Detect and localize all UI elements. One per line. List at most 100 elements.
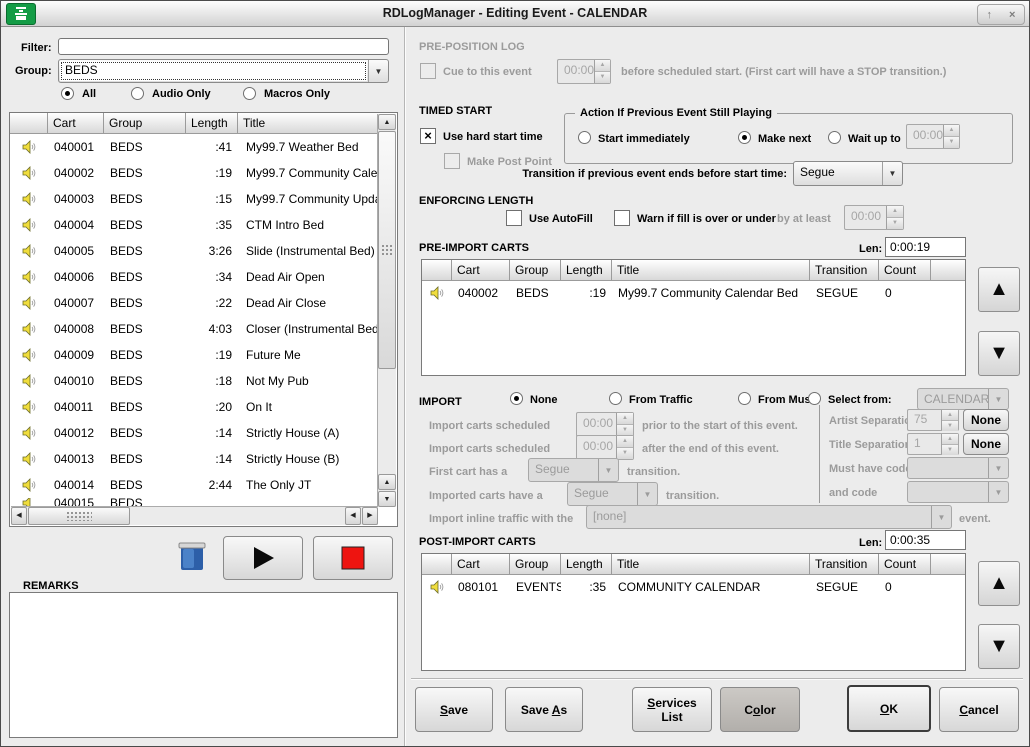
cue-time-spinner[interactable]: 00:00 ▲▼ — [557, 59, 611, 84]
column-count[interactable]: Count — [879, 554, 931, 575]
import-after-spinner[interactable]: 00:00 ▲▼ — [576, 435, 634, 460]
spin-up-icon[interactable]: ▲ — [887, 206, 903, 218]
must-have-code-combobox[interactable]: ▼ — [907, 457, 1009, 479]
radio-wait-up-to[interactable] — [828, 131, 841, 144]
services-list-button[interactable]: Services List — [632, 687, 712, 732]
cart-list-row[interactable]: 040006 BEDS :34 Dead Air Open — [10, 264, 379, 290]
shade-icon[interactable]: ↑ — [987, 9, 993, 21]
column-icon[interactable] — [422, 554, 452, 575]
spin-up-icon[interactable]: ▲ — [944, 125, 959, 137]
chevron-down-icon[interactable]: ▼ — [988, 458, 1008, 478]
pre-import-move-down-button[interactable]: ▼ — [978, 331, 1020, 376]
column-group[interactable]: Group — [510, 260, 561, 281]
scroll-right-icon[interactable]: ▶ — [362, 507, 378, 525]
artist-separation-none-button[interactable]: None — [963, 409, 1009, 431]
spin-up-icon[interactable]: ▲ — [595, 60, 610, 72]
play-button[interactable] — [223, 536, 303, 580]
column-transition[interactable]: Transition — [810, 260, 879, 281]
color-button[interactable]: Color — [720, 687, 800, 732]
cancel-button[interactable]: Cancel — [939, 687, 1019, 732]
spin-down-icon[interactable]: ▼ — [617, 448, 633, 459]
trash-icon[interactable] — [176, 538, 208, 579]
spin-down-icon[interactable]: ▼ — [944, 137, 959, 148]
post-import-move-down-button[interactable]: ▼ — [978, 624, 1020, 669]
post-import-move-up-button[interactable]: ▲ — [978, 561, 1020, 606]
stop-button[interactable] — [313, 536, 393, 580]
radio-macros-only[interactable] — [243, 87, 256, 100]
make-post-point-checkbox[interactable]: × — [444, 153, 460, 169]
imported-carts-transition-combobox[interactable]: Segue ▼ — [567, 482, 658, 506]
column-cart[interactable]: Cart — [452, 260, 510, 281]
scroll-up-icon[interactable]: ▲ — [378, 474, 396, 490]
save-as-button[interactable]: Save As — [505, 687, 583, 732]
column-group[interactable]: Group — [104, 113, 186, 134]
scroll-left-icon[interactable]: ◀ — [345, 507, 361, 525]
transition-combobox[interactable]: Segue ▼ — [793, 161, 903, 186]
chevron-down-icon[interactable]: ▼ — [882, 162, 902, 185]
column-group[interactable]: Group — [510, 554, 561, 575]
cart-list-row[interactable]: 040009 BEDS :19 Future Me — [10, 342, 379, 368]
cart-list-hscrollbar[interactable]: ◀ ◀ ▶ — [11, 506, 378, 525]
column-cart[interactable]: Cart — [452, 554, 510, 575]
save-button[interactable]: Save — [415, 687, 493, 732]
column-icon[interactable] — [422, 260, 452, 281]
column-transition[interactable]: Transition — [810, 554, 879, 575]
cart-list-row[interactable]: 040002 BEDS :19 My99.7 Community Calenda… — [10, 160, 379, 186]
radio-start-immediately[interactable] — [578, 131, 591, 144]
first-cart-transition-combobox[interactable]: Segue ▼ — [528, 458, 619, 482]
title-separation-spinner[interactable]: 1 ▲▼ — [907, 433, 959, 455]
import-prior-spinner[interactable]: 00:00 ▲▼ — [576, 412, 634, 437]
scroll-down-icon[interactable]: ▼ — [378, 491, 396, 507]
column-length[interactable]: Length — [561, 260, 612, 281]
cart-list-row[interactable]: 040010 BEDS :18 Not My Pub — [10, 368, 379, 394]
by-at-least-spinner[interactable]: 00:00 ▲▼ — [844, 205, 904, 230]
cart-list-vscrollbar[interactable]: ▲ ▲ ▼ — [377, 114, 396, 507]
column-cart[interactable]: Cart — [48, 113, 104, 134]
column-length[interactable]: Length — [186, 113, 238, 134]
filter-input[interactable] — [58, 38, 389, 55]
remarks-input[interactable] — [9, 592, 398, 738]
chevron-down-icon[interactable]: ▼ — [368, 60, 388, 82]
pre-import-move-up-button[interactable]: ▲ — [978, 267, 1020, 312]
titlebar[interactable]: RDLogManager - Editing Event - CALENDAR … — [1, 1, 1029, 27]
cart-list-row[interactable]: 040001 BEDS :41 My99.7 Weather Bed — [10, 134, 379, 160]
use-hard-start-checkbox[interactable]: × — [420, 128, 436, 144]
vscrollbar-thumb[interactable] — [378, 131, 396, 369]
post-import-len-input[interactable] — [885, 530, 966, 550]
pre-import-row[interactable]: 040002 BEDS :19 My99.7 Community Calenda… — [422, 281, 965, 305]
cart-list-row[interactable]: 040014 BEDS 2:44 The Only JT — [10, 472, 379, 498]
cart-list-row[interactable]: 040005 BEDS 3:26 Slide (Instrumental Bed… — [10, 238, 379, 264]
column-title[interactable]: Title — [238, 113, 379, 134]
ok-button[interactable]: OK — [847, 685, 931, 732]
spin-down-icon[interactable]: ▼ — [887, 218, 903, 229]
spin-up-icon[interactable]: ▲ — [617, 413, 633, 425]
inline-traffic-combobox[interactable]: [none] ▼ — [586, 505, 952, 529]
chevron-down-icon[interactable]: ▼ — [637, 483, 657, 505]
chevron-down-icon[interactable]: ▼ — [931, 506, 951, 528]
chevron-down-icon[interactable]: ▼ — [988, 482, 1008, 502]
scroll-up-icon[interactable]: ▲ — [378, 114, 396, 130]
column-title[interactable]: Title — [612, 554, 810, 575]
radio-from-music[interactable] — [738, 392, 751, 405]
title-separation-none-button[interactable]: None — [963, 433, 1009, 455]
cart-list-row[interactable]: 040004 BEDS :35 CTM Intro Bed — [10, 212, 379, 238]
cart-list-row[interactable]: 040007 BEDS :22 Dead Air Close — [10, 290, 379, 316]
spin-up-icon[interactable]: ▲ — [942, 410, 958, 421]
spin-down-icon[interactable]: ▼ — [942, 421, 958, 431]
column-length[interactable]: Length — [561, 554, 612, 575]
spin-down-icon[interactable]: ▼ — [595, 72, 610, 83]
cart-list-row[interactable]: 040003 BEDS :15 My99.7 Community Update … — [10, 186, 379, 212]
and-code-combobox[interactable]: ▼ — [907, 481, 1009, 503]
cue-to-event-checkbox[interactable]: × — [420, 63, 436, 79]
pre-import-len-input[interactable] — [885, 237, 966, 257]
column-title[interactable]: Title — [612, 260, 810, 281]
artist-separation-spinner[interactable]: 75 ▲▼ — [907, 409, 959, 431]
group-combobox[interactable]: BEDS ▼ — [58, 59, 389, 83]
cart-list-row[interactable]: 040012 BEDS :14 Strictly House (A) — [10, 420, 379, 446]
wait-time-spinner[interactable]: 00:00 ▲▼ — [906, 124, 960, 149]
post-import-row[interactable]: 080101 EVENTS :35 COMMUNITY CALENDAR SEG… — [422, 575, 965, 599]
cart-list-row[interactable]: 040011 BEDS :20 On It — [10, 394, 379, 420]
spin-up-icon[interactable]: ▲ — [942, 434, 958, 445]
column-count[interactable]: Count — [879, 260, 931, 281]
radio-import-none[interactable] — [510, 392, 523, 405]
